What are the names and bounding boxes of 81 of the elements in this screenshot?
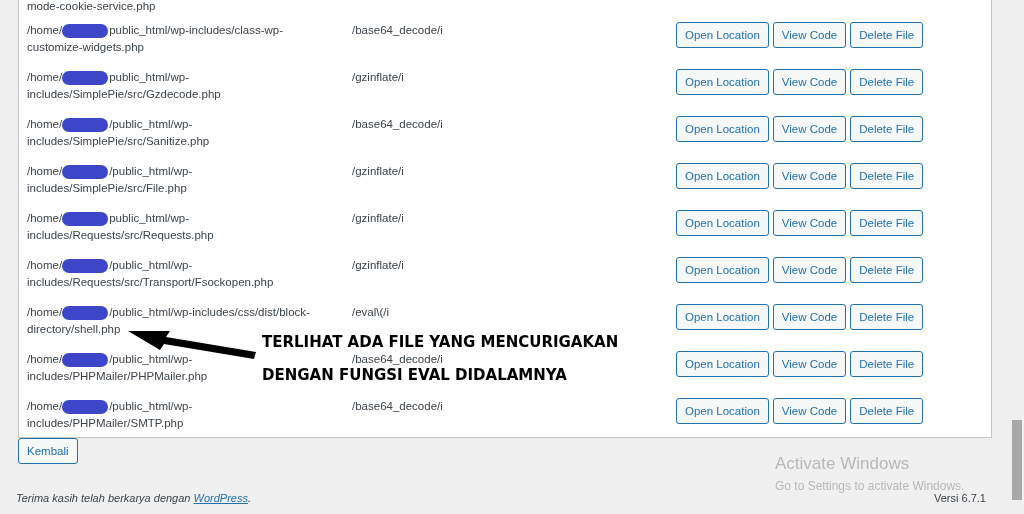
file-path: /public_html/wp-includes/css/dist/block- xyxy=(109,305,310,320)
redaction-mark xyxy=(62,211,109,226)
file-path: /home/ xyxy=(27,117,63,132)
file-path: public_html/wp-includes/class-wp- xyxy=(109,23,283,38)
file-path: /home/ xyxy=(27,305,63,320)
back-button[interactable]: Kembali xyxy=(18,438,78,464)
row-action-button[interactable]: Delete File xyxy=(850,257,924,283)
row-action-button[interactable]: Delete File xyxy=(850,304,924,330)
file-path: includes/SimplePie/src/Gzdecode.php xyxy=(27,88,221,100)
redaction-mark xyxy=(62,70,109,85)
file-path: /home/ xyxy=(27,23,63,38)
file-path: customize-widgets.php xyxy=(27,41,144,53)
file-path: public_html/wp- xyxy=(109,211,190,226)
pattern-text: /base64_decode/i xyxy=(352,24,443,36)
row-action-button[interactable]: Delete File xyxy=(850,69,924,95)
row-action-button[interactable]: View Code xyxy=(772,210,847,236)
pattern-text: /gzinflate/i xyxy=(352,212,404,224)
row-action-button[interactable]: Delete File xyxy=(850,351,924,377)
row-action-button[interactable]: Open Location xyxy=(676,163,769,189)
redaction-mark xyxy=(62,305,109,320)
file-path: /public_html/wp- xyxy=(109,352,193,367)
row-action-button[interactable]: Delete File xyxy=(850,116,924,142)
row-action-button[interactable]: Open Location xyxy=(676,398,769,424)
row-action-button[interactable]: Open Location xyxy=(676,351,769,377)
redaction-mark xyxy=(62,23,109,38)
row-action-button[interactable]: View Code xyxy=(772,163,847,189)
file-path: public_html/wp- xyxy=(109,70,190,85)
file-path: /public_html/wp- xyxy=(109,258,193,273)
pattern-text: /base64_decode/i xyxy=(352,118,443,130)
row-action-button[interactable]: Delete File xyxy=(850,398,924,424)
file-path: includes/SimplePie/src/File.php xyxy=(27,182,187,194)
row-action-button[interactable]: Delete File xyxy=(850,163,924,189)
file-path: /home/ xyxy=(27,211,63,226)
redaction-mark xyxy=(62,258,109,273)
file-path: /home/ xyxy=(27,164,63,179)
version-text: Versi 6.7.1 xyxy=(934,492,986,504)
file-path: includes/Requests/src/Requests.php xyxy=(27,229,214,241)
row-action-button[interactable]: Open Location xyxy=(676,304,769,330)
scroll-thumb[interactable] xyxy=(1012,420,1022,500)
redaction-mark xyxy=(62,117,109,132)
redaction-mark xyxy=(62,164,109,179)
row-action-button[interactable]: View Code xyxy=(772,116,847,142)
file-path: includes/PHPMailer/SMTP.php xyxy=(27,417,184,429)
pattern-text: /eval\(/i xyxy=(352,306,390,318)
row-action-button[interactable]: Open Location xyxy=(676,257,769,283)
annotation-text: TERLIHAT ADA FILE YANG MENCURIGAKAN xyxy=(262,334,619,350)
redaction-mark xyxy=(62,399,109,414)
row-action-button[interactable]: View Code xyxy=(772,398,847,424)
annotation-text: DENGAN FUNGSI EVAL DIDALAMNYA xyxy=(262,367,568,383)
row-action-button[interactable]: Open Location xyxy=(676,69,769,95)
row-action-button[interactable]: View Code xyxy=(772,304,847,330)
file-path: includes/Requests/src/Transport/Fsockopen.php xyxy=(27,276,274,288)
file-path: /public_html/wp- xyxy=(109,117,193,132)
row-action-button[interactable]: Open Location xyxy=(676,116,769,142)
file-path: /home/ xyxy=(27,399,63,414)
pattern-text: /gzinflate/i xyxy=(352,165,404,177)
row-action-button[interactable]: Open Location xyxy=(676,22,769,48)
pattern-text: /gzinflate/i xyxy=(352,259,404,271)
pattern-text: /gzinflate/i xyxy=(352,71,404,83)
footer-text: Terima kasih telah berkarya dengan WordPress. xyxy=(16,492,251,504)
wordpress-link[interactable]: WordPress xyxy=(193,492,248,504)
redaction-mark xyxy=(62,352,109,367)
row-action-button[interactable]: Open Location xyxy=(676,210,769,236)
file-path: includes/PHPMailer/PHPMailer.php xyxy=(27,370,208,382)
row-action-button[interactable]: View Code xyxy=(772,257,847,283)
row-action-button[interactable]: View Code xyxy=(772,351,847,377)
pattern-text: /base64_decode/i xyxy=(352,400,443,412)
activation-title: Activate Windows xyxy=(775,453,911,475)
row-action-button[interactable]: View Code xyxy=(772,69,847,95)
row-action-button[interactable]: View Code xyxy=(772,22,847,48)
file-path: /home/ xyxy=(27,258,63,273)
row-action-button[interactable]: Delete File xyxy=(850,22,924,48)
file-path: /home/ xyxy=(27,70,63,85)
file-path: /home/ xyxy=(27,352,63,367)
file-path: includes/SimplePie/src/Sanitize.php xyxy=(27,135,210,147)
file-path: /public_html/wp- xyxy=(109,164,193,179)
file-path: directory/shell.php xyxy=(27,323,121,335)
row-action-button[interactable]: Delete File xyxy=(850,210,924,236)
pattern-text: /base64_decode/i xyxy=(352,353,443,365)
file-path: /public_html/wp- xyxy=(109,399,193,414)
file-path: mode-cookie-service.php xyxy=(27,0,156,12)
